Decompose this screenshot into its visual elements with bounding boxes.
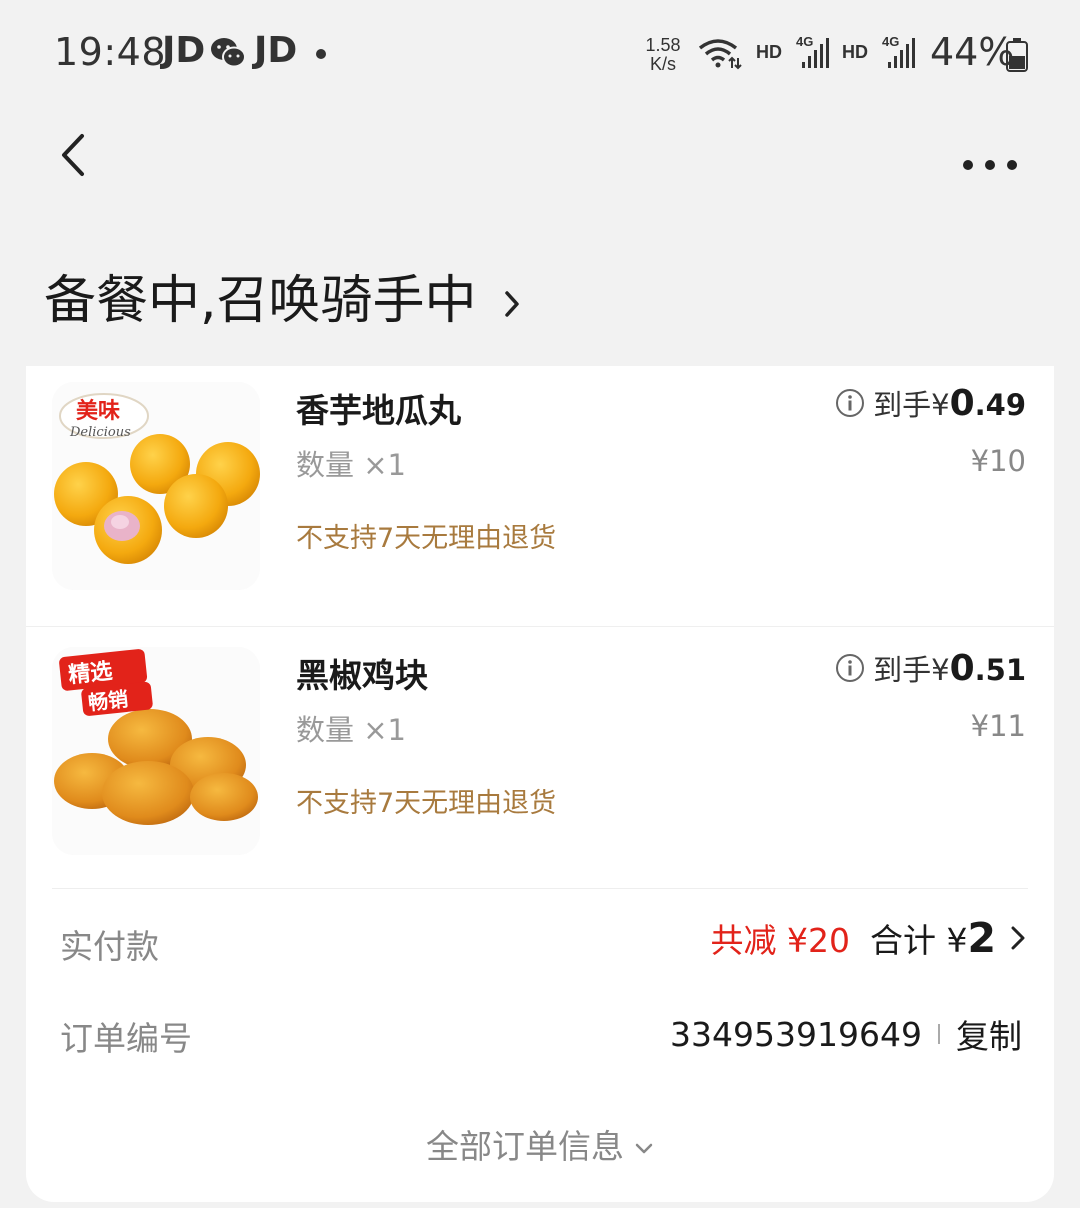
all-order-info-label: 全部订单信息 [426, 1127, 624, 1166]
product-name[interactable]: 香芋地瓜丸 [296, 384, 461, 432]
total-amount: 2 [967, 914, 996, 962]
product-image[interactable]: 美味 Delicious [52, 382, 260, 590]
discount-amount: 共减 ¥20 [710, 921, 850, 960]
price-label: 到手¥ [873, 653, 950, 687]
copy-button[interactable]: 复制 [956, 1010, 1022, 1058]
wifi-icon [698, 39, 742, 70]
status-time: 19:48 [54, 30, 167, 74]
svg-text:4G: 4G [796, 34, 813, 49]
battery-percent: 44% [930, 30, 1015, 74]
product-name[interactable]: 黑椒鸡块 [296, 649, 428, 697]
price-integer: 0 [949, 383, 975, 424]
order-status-title[interactable]: 备餐中,召唤骑手中 [44, 258, 521, 333]
signal-icon: 4G [882, 34, 915, 68]
jd-app-icon: JD [162, 30, 206, 71]
product-image[interactable]: 精选 畅销 [52, 647, 260, 855]
divider [52, 888, 1028, 889]
product-quantity: 数量 ×1 [296, 448, 406, 482]
order-number: 334953919649 [670, 1014, 922, 1054]
network-speed: 1.58 K/s [645, 35, 681, 74]
back-button[interactable] [56, 130, 90, 180]
svg-text:Delicious: Delicious [69, 425, 131, 440]
chicken-nuggets-image: 精选 畅销 [52, 647, 260, 855]
order-status-text: 备餐中,召唤骑手中 [44, 271, 477, 331]
hd-indicator: HD [842, 42, 868, 62]
price-label: 到手¥ [873, 388, 950, 422]
notification-dot [316, 49, 326, 59]
price-decimal: .49 [974, 388, 1026, 422]
order-item[interactable]: 精选 畅销 黑椒鸡块 数量 ×1 不支持7天无理由退货 到手¥ 0 .51 ¥1… [26, 626, 1054, 887]
order-item[interactable]: 美味 Delicious 香芋地瓜丸 数量 ×1 不支持7天无理由退货 到手¥ … [26, 366, 1054, 626]
svg-text:美味: 美味 [76, 398, 120, 424]
info-icon[interactable] [835, 388, 865, 418]
chevron-down-icon [635, 1143, 653, 1153]
return-policy-note: 不支持7天无理由退货 [296, 788, 557, 819]
battery-icon [1006, 38, 1028, 72]
final-price: 到手¥ 0 .51 [835, 647, 1026, 689]
order-number-label: 订单编号 [60, 1019, 192, 1058]
original-price: ¥10 [970, 444, 1026, 478]
price-integer: 0 [949, 648, 975, 689]
payment-summary[interactable]: 共减 ¥20 合计 ¥ 2 [710, 914, 1026, 962]
signal-icon: 4G [796, 34, 829, 68]
hd-indicator: HD [756, 42, 782, 62]
final-price: 到手¥ 0 .49 [835, 382, 1026, 424]
all-order-info-toggle[interactable]: 全部订单信息 [26, 1120, 1054, 1168]
payment-label: 实付款 [60, 927, 159, 966]
more-options-button[interactable] [958, 150, 1022, 180]
jd-app-icon: JD [254, 30, 298, 71]
svg-text:畅销: 畅销 [87, 687, 129, 715]
order-number-row: 334953919649 复制 [670, 1010, 1022, 1058]
svg-text:精选: 精选 [67, 658, 113, 688]
wechat-icon [211, 38, 246, 68]
total-label: 合计 ¥ [869, 921, 968, 960]
separator [938, 1024, 940, 1044]
price-decimal: .51 [974, 653, 1026, 687]
order-card: 美味 Delicious 香芋地瓜丸 数量 ×1 不支持7天无理由退货 到手¥ … [26, 366, 1054, 1202]
svg-text:4G: 4G [882, 34, 899, 49]
status-bar: 19:48 JD JD 1.58 K/s HD 4G HD 4G 44% [0, 0, 1080, 105]
original-price: ¥11 [970, 709, 1026, 743]
chevron-right-icon [1011, 926, 1025, 950]
chevron-right-icon [505, 291, 519, 317]
info-icon[interactable] [835, 653, 865, 683]
taro-balls-image: 美味 Delicious [52, 382, 260, 590]
product-quantity: 数量 ×1 [296, 713, 406, 747]
return-policy-note: 不支持7天无理由退货 [296, 523, 557, 554]
